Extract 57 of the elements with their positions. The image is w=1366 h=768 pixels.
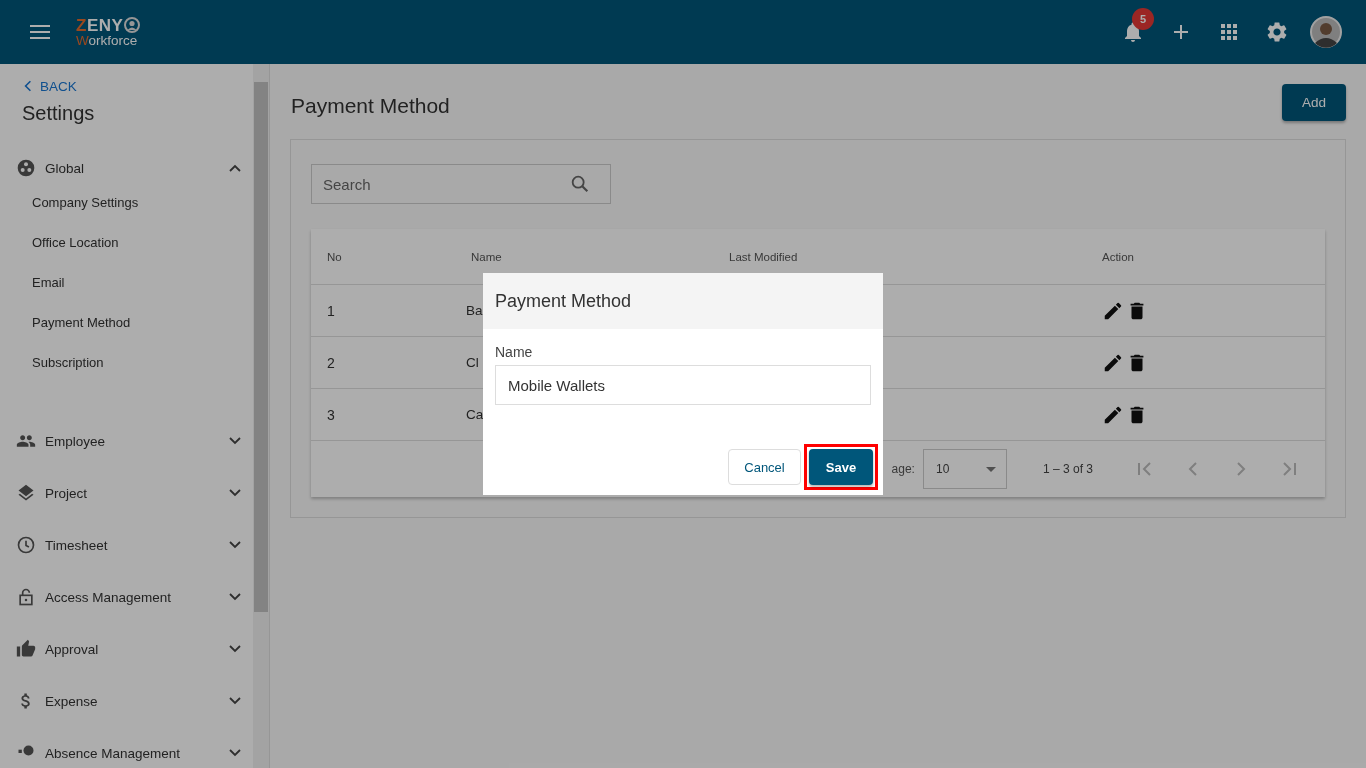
scrollbar[interactable] bbox=[253, 64, 269, 768]
dropdown-caret-icon[interactable] bbox=[985, 466, 996, 472]
add-button[interactable]: Add bbox=[1282, 84, 1346, 121]
sidebar-title: Settings bbox=[22, 102, 96, 125]
menu-icon[interactable] bbox=[30, 25, 50, 39]
table-cell-text: Cl bbox=[466, 355, 480, 370]
thumbs-up-icon bbox=[16, 639, 36, 659]
globe-dots-icon bbox=[16, 158, 36, 178]
sidebar-item[interactable]: Email bbox=[32, 271, 253, 311]
chevron-down-icon[interactable] bbox=[229, 593, 241, 601]
sidebar-item[interactable]: Payment Method bbox=[32, 311, 253, 351]
layers-icon bbox=[16, 483, 36, 503]
sidebar-group[interactable]: Project bbox=[45, 485, 229, 501]
sidebar-group[interactable]: Access Management bbox=[45, 589, 229, 605]
save-button[interactable]: Save bbox=[809, 449, 873, 485]
page-title: Payment Method bbox=[291, 93, 450, 118]
chevron-left-icon[interactable] bbox=[24, 80, 32, 92]
clock-icon bbox=[16, 535, 36, 555]
sidebar-group[interactable]: Employee bbox=[45, 433, 229, 449]
name-input[interactable]: Mobile Wallets bbox=[495, 365, 871, 405]
sidebar-group[interactable]: Global bbox=[45, 160, 229, 176]
search-field[interactable]: Search bbox=[311, 164, 611, 204]
chevron-down-icon[interactable] bbox=[229, 489, 241, 497]
chevron-up-icon[interactable] bbox=[229, 164, 241, 172]
column-header: Name bbox=[471, 250, 503, 263]
notification-badge: 5 bbox=[1132, 8, 1154, 30]
avatar[interactable] bbox=[1310, 16, 1342, 48]
cancel-button[interactable]: Cancel bbox=[728, 449, 801, 485]
sidebar-item[interactable]: Subscription bbox=[32, 351, 253, 391]
sidebar-group[interactable]: Approval bbox=[45, 641, 229, 657]
dialog-title: Payment Method bbox=[495, 290, 632, 312]
logo-text: ZENY bbox=[76, 16, 124, 34]
lock-icon bbox=[16, 587, 36, 607]
sidebar-item[interactable]: Company Settings bbox=[32, 191, 253, 231]
table-cell-text: Ba bbox=[466, 303, 484, 318]
chevron-down-icon[interactable] bbox=[229, 697, 241, 705]
chevron-down-icon[interactable] bbox=[229, 645, 241, 653]
sidebar-group[interactable]: Absence Management bbox=[45, 745, 229, 761]
sidebar-item[interactable]: Office Location bbox=[32, 231, 253, 271]
chevron-down-icon[interactable] bbox=[229, 749, 241, 757]
page-size-label: age: bbox=[891, 462, 915, 476]
sidebar-group[interactable]: Timesheet bbox=[45, 537, 229, 553]
column-header: Last Modified bbox=[729, 250, 799, 263]
column-header: Action bbox=[1102, 250, 1135, 263]
table-cell-text: Ca bbox=[466, 407, 485, 422]
page-size-select[interactable]: 10 bbox=[922, 449, 1007, 489]
chevron-down-icon[interactable] bbox=[229, 541, 241, 549]
chevron-down-icon[interactable] bbox=[229, 437, 241, 445]
search-icon[interactable] bbox=[569, 173, 591, 195]
page-range: 1 – 3 of 3 bbox=[1042, 462, 1093, 476]
logo-subtitle: Workforce bbox=[76, 33, 139, 48]
column-header: No bbox=[327, 250, 343, 263]
field-label: Name bbox=[495, 344, 534, 360]
settings-icon[interactable] bbox=[1265, 20, 1289, 44]
person-circle-icon bbox=[124, 17, 141, 34]
sidebar-group[interactable]: Expense bbox=[45, 693, 229, 709]
back-link[interactable]: BACK bbox=[24, 78, 77, 94]
